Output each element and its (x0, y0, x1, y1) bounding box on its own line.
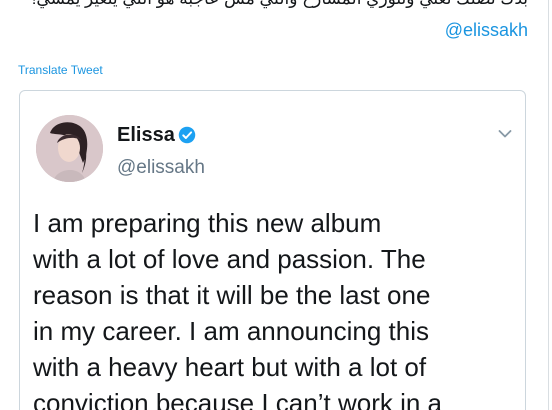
quoted-tweet-card[interactable]: Elissa @elissakh I am preparing this new… (19, 90, 526, 410)
verified-badge-icon (178, 126, 196, 144)
tweet-text-line: conviction because I can’t work in a (33, 388, 442, 410)
parent-tweet-mention-link[interactable]: @elissakh (445, 19, 528, 41)
tweet-screenshot: بدك تضلك تغني وتنوري المسارح واللي مش عا… (0, 0, 552, 410)
quoted-tweet-text: I am preparing this new album with a lot… (33, 205, 513, 410)
translate-tweet-link[interactable]: Translate Tweet (18, 62, 103, 78)
author-handle[interactable]: @elissakh (117, 156, 205, 180)
tweet-text-line: in my career. I am announcing this (33, 316, 429, 346)
parent-tweet-text: بدك تضلك تغني وتنوري المسارح واللي مش عا… (8, 0, 528, 10)
tweet-text-line: with a lot of love and passion. The (33, 244, 426, 274)
right-divider (548, 0, 549, 410)
tweet-text-line: reason is that it will be the last one (33, 280, 431, 310)
tweet-text-line: I am preparing this new album (33, 208, 382, 238)
chevron-down-icon[interactable] (498, 129, 512, 139)
avatar-photo-icon (36, 115, 103, 182)
tweet-text-line: with a heavy heart but with a lot of (33, 352, 427, 382)
author-avatar[interactable] (36, 115, 103, 182)
author-name[interactable]: Elissa (117, 123, 175, 147)
